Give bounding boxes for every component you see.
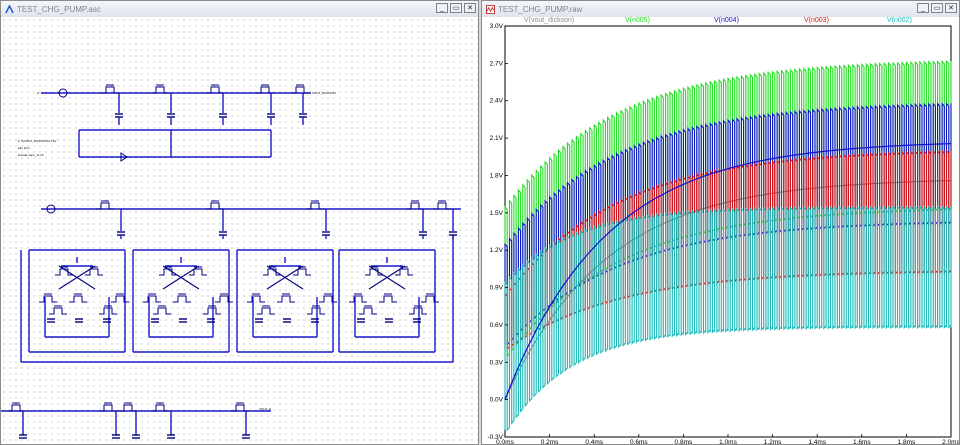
plot-pane[interactable]: V(vout_dickson) V(n005) V(n004) V(n003) … bbox=[482, 17, 959, 444]
y-tick-label: 1.2V bbox=[490, 247, 504, 254]
mosfet bbox=[96, 200, 114, 210]
y-tick-label: 2.4V bbox=[490, 98, 504, 105]
y-tick-label: 2.7V bbox=[490, 60, 504, 67]
mosfet bbox=[277, 293, 295, 303]
mosfet bbox=[319, 293, 337, 303]
close-button[interactable]: ✕ bbox=[945, 3, 957, 13]
mosfet bbox=[379, 293, 397, 303]
x-tick-label: 0.6ms bbox=[630, 439, 648, 445]
y-tick-label: -0.3V bbox=[487, 434, 503, 441]
mosfet bbox=[119, 402, 137, 412]
mosfet bbox=[111, 293, 129, 303]
schematic-titlebar[interactable]: TEST_CHG_PUMP.asc _ ▭ ✕ bbox=[1, 1, 478, 18]
wire bbox=[371, 257, 403, 267]
mosfet bbox=[203, 305, 221, 315]
x-tick-label: 0.4ms bbox=[585, 439, 603, 445]
mosfet bbox=[247, 293, 265, 303]
mosfet bbox=[173, 293, 191, 303]
mosfet bbox=[206, 200, 224, 210]
mosfet bbox=[151, 84, 169, 94]
mosfet bbox=[143, 293, 161, 303]
wire bbox=[61, 257, 93, 267]
net-label-vout2[interactable]: VOUT_E bbox=[259, 407, 271, 411]
x-tick-label: 1.6ms bbox=[853, 439, 871, 445]
wire bbox=[269, 257, 301, 267]
mosfet bbox=[257, 305, 275, 315]
x-tick-label: 1.2ms bbox=[764, 439, 782, 445]
net-label-vout[interactable]: VOUT_DICKSON bbox=[312, 91, 336, 95]
mosfet bbox=[256, 84, 274, 94]
mosfet bbox=[307, 305, 325, 315]
y-tick-label: 0.3V bbox=[490, 359, 504, 366]
mosfet bbox=[231, 402, 249, 412]
restore-button[interactable]: ▭ bbox=[450, 3, 462, 13]
directive-tran[interactable]: .tran 2ms bbox=[17, 146, 30, 150]
mosfet bbox=[101, 84, 119, 94]
x-tick-label: 2.0ms bbox=[942, 439, 959, 445]
mosfet bbox=[39, 293, 57, 303]
mosfet bbox=[99, 402, 117, 412]
schematic-canvas[interactable]: .ic V(VOUT_DICKSON)=1.5V .tran 2ms .incl… bbox=[1, 17, 478, 444]
minimize-button[interactable]: _ bbox=[917, 3, 929, 13]
y-tick-label: 2.1V bbox=[490, 135, 504, 142]
wire bbox=[165, 257, 197, 267]
schematic-title: TEST_CHG_PUMP.asc bbox=[17, 4, 101, 14]
directive-include[interactable]: .include nano_v1.lib bbox=[17, 153, 44, 157]
mosfet bbox=[99, 305, 117, 315]
x-tick-label: 1.8ms bbox=[898, 439, 916, 445]
mosfet bbox=[349, 293, 367, 303]
mosfet bbox=[433, 200, 451, 210]
waveform-app-icon bbox=[485, 4, 495, 14]
schematic-window: TEST_CHG_PUMP.asc _ ▭ ✕ .ic V(VOUT_DICKS… bbox=[0, 0, 479, 445]
mosfet bbox=[306, 200, 324, 210]
y-tick-label: 1.5V bbox=[490, 210, 504, 217]
mosfet bbox=[69, 293, 87, 303]
waveform-window: TEST_CHG_PUMP.raw _ ▭ ✕ V(vout_dickson) … bbox=[481, 0, 960, 445]
directive-ic[interactable]: .ic V(VOUT_DICKSON)=1.5V bbox=[17, 139, 56, 143]
waveform-titlebar[interactable]: TEST_CHG_PUMP.raw _ ▭ ✕ bbox=[482, 1, 959, 18]
x-tick-label: 0.2ms bbox=[541, 439, 559, 445]
mosfet bbox=[49, 305, 67, 315]
mosfet bbox=[406, 200, 424, 210]
y-tick-label: 0.6V bbox=[490, 322, 504, 329]
ltspice-app-icon bbox=[4, 4, 14, 14]
waveform-plot: 0.0ms 0.2ms 0.4ms 0.6ms 0.8ms 1.0ms 1.2ms 1.4ms… bbox=[487, 23, 959, 445]
y-tick-label: 0.9V bbox=[490, 285, 504, 292]
net-label-in[interactable]: in bbox=[37, 91, 39, 95]
close-button[interactable]: ✕ bbox=[464, 3, 476, 13]
restore-button[interactable]: ▭ bbox=[931, 3, 943, 13]
waveform-title: TEST_CHG_PUMP.raw bbox=[498, 4, 583, 14]
x-tick-label: 1.4ms bbox=[808, 439, 826, 445]
mosfet bbox=[153, 305, 171, 315]
mosfet bbox=[7, 402, 25, 412]
y-tick-label: 0.0V bbox=[490, 397, 504, 404]
schematic-drawing bbox=[1, 84, 461, 439]
mosfet bbox=[421, 293, 439, 303]
mosfet bbox=[206, 84, 224, 94]
mosfet bbox=[359, 305, 377, 315]
y-tick-label: 3.0V bbox=[490, 23, 504, 30]
x-tick-label: 1.0ms bbox=[719, 439, 737, 445]
mosfet bbox=[151, 402, 169, 412]
mosfet bbox=[409, 305, 427, 315]
x-tick-label: 0.8ms bbox=[675, 439, 693, 445]
mosfet bbox=[215, 293, 233, 303]
y-tick-label: 1.8V bbox=[490, 172, 504, 179]
mosfet bbox=[291, 84, 309, 94]
minimize-button[interactable]: _ bbox=[436, 3, 448, 13]
